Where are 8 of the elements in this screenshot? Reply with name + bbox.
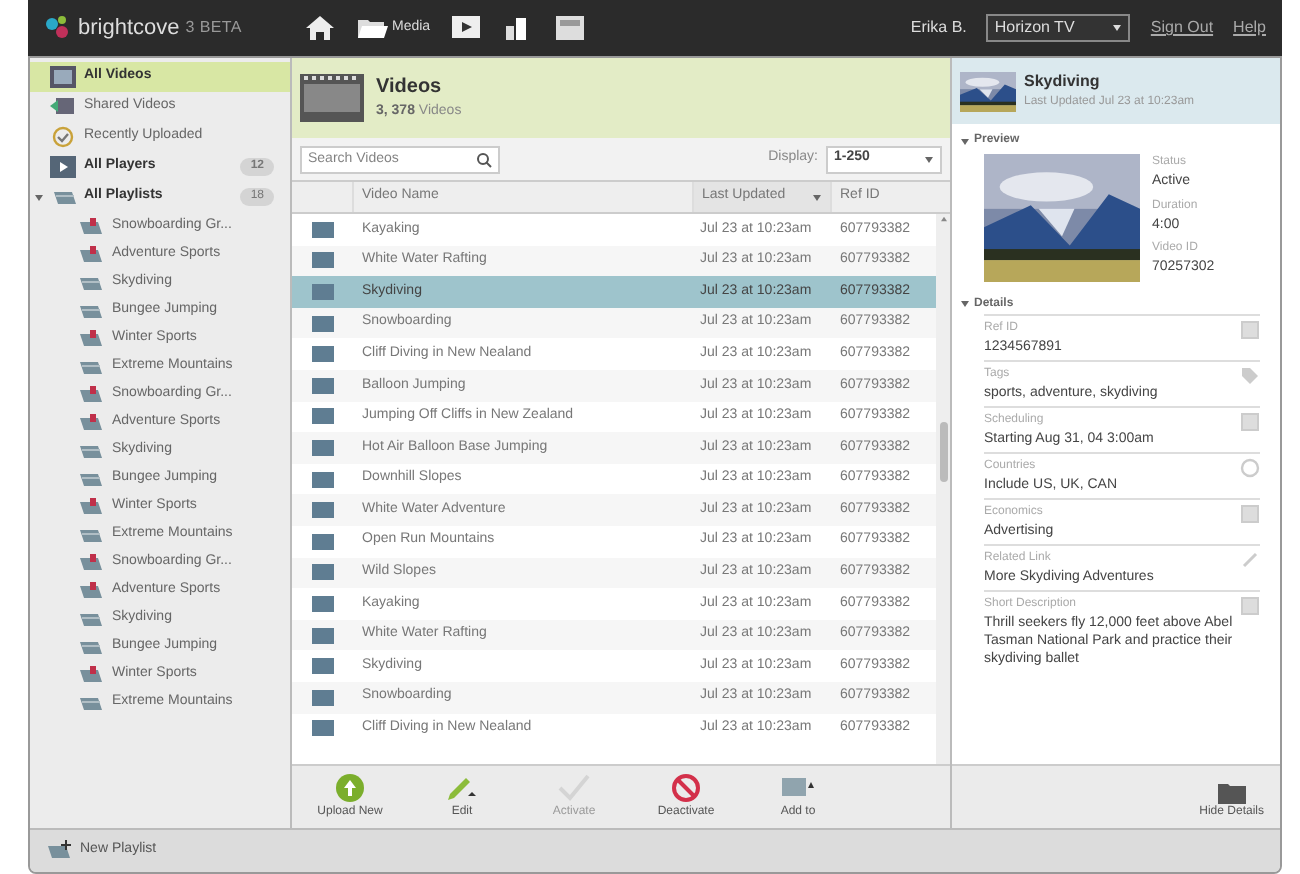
section-title: Videos: [376, 74, 444, 103]
account-select[interactable]: Horizon TV: [986, 14, 1131, 42]
logo-text: brightcove: [78, 13, 180, 44]
video-title: Skydiving: [1024, 70, 1102, 94]
version-label: 3 BETA: [185, 16, 242, 40]
header-link[interactable]: Sign Out: [1150, 16, 1214, 40]
header-link[interactable]: Help: [1233, 16, 1266, 40]
user-name: Erika B.: [910, 16, 967, 40]
